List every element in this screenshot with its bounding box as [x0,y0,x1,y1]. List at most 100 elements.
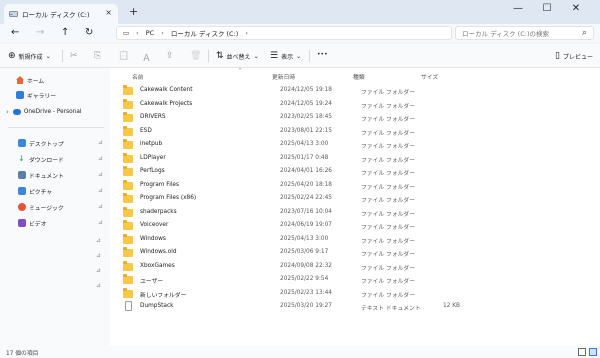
maximize-button[interactable]: ☐ [537,3,557,14]
sidebar-item-videos[interactable]: ビデオ ⊿ [0,217,110,229]
minimize-button[interactable]: — [508,3,528,14]
breadcrumb-local-disk[interactable]: ローカル ディスク (C:) [171,28,238,38]
breadcrumb-pc[interactable]: PC [146,29,154,37]
file-row[interactable]: Cakewalk Projects 2024/12/05 19:24 ファイル フォ… [118,98,588,111]
file-type: ファイル フォルダー [361,184,416,191]
file-list: 名前 ^ 更新日時 種類 サイズ Cakewalk Content 2024/12… [110,68,600,346]
pc-icon: ▭ [123,29,130,37]
file-date: 2025/02/22 9:54 [280,276,329,282]
preview-button[interactable]: ▯ プレビュー [555,51,593,61]
sidebar-item-music[interactable]: ミュージック ⊿ [0,201,110,213]
file-row[interactable]: Program Files (x86) 2025/02/24 22:45 ファイル … [118,192,588,205]
file-row[interactable]: 新しいフォルダー 2025/02/23 13:44 ファイル フォルダー [118,287,588,300]
chevron-right-icon[interactable]: › [6,108,9,116]
delete-icon: 🗑 [190,51,202,61]
sort-button[interactable]: ⇅ 並べ替え ⌄ [216,51,259,61]
sidebar-item-label: ホーム [27,78,45,85]
new-button[interactable]: ⊕ 新規作成 ⌄ [8,51,51,61]
folder-icon [123,112,133,122]
pin-icon: ⊿ [97,187,103,194]
new-tab-button[interactable]: + [129,5,138,18]
folder-icon [123,85,133,95]
up-button[interactable]: ↑ [61,27,69,38]
more-options-button[interactable]: ••• [317,51,328,58]
large-icons-view-icon[interactable] [589,348,597,356]
copy-button[interactable]: ⎘ [94,51,104,61]
sidebar-item-downloads[interactable]: ↓ ダウンロード ⊿ [0,153,110,165]
paste-button[interactable]: 📋 [118,51,132,61]
file-row[interactable]: shaderpacks 2023/07/16 10:04 ファイル フォルダー [118,206,588,219]
file-date: 2025/03/06 9:17 [280,249,329,255]
pin-icon: ⊿ [97,155,103,162]
column-header-date[interactable]: 更新日時 [272,72,295,81]
file-name: Cakewalk Projects [140,100,193,107]
breadcrumb-expand-icon[interactable]: › [245,29,248,37]
file-date: 2025/02/24 22:45 [280,195,332,201]
folder-icon [123,152,133,163]
sidebar-item-documents[interactable]: ドキュメント ⊿ [0,169,110,181]
details-view-icon[interactable] [578,348,586,356]
file-date: 2025/04/13 3:00 [280,141,329,147]
file-name: Cakewalk Content [140,87,193,93]
view-button[interactable]: ☰ 表示 ⌄ [270,51,301,61]
sort-icon: ⇅ [216,51,224,61]
file-date: 2024/06/19 19:07 [280,222,332,228]
file-row[interactable]: Cakewalk Content 2024/12/05 19:18 ファイル フォル… [118,84,588,97]
address-row: ← → ↑ ↻ ▭ › PC › ローカル ディスク (C:) › ローカル デ… [0,24,600,42]
refresh-button[interactable]: ↻ [85,27,93,38]
file-type: ファイル フォルダー [361,265,416,272]
sidebar-item-onedrive[interactable]: › OneDrive - Personal [0,106,110,118]
sidebar-item-gallery[interactable]: ギャラリー [0,89,110,101]
rename-button[interactable]: Ａ [142,51,154,64]
file-row[interactable]: Program Files 2025/04/20 18:18 ファイル フォルダー [118,179,588,192]
file-row[interactable]: LDPlayer 2025/01/17 0:48 ファイル フォルダー [118,152,588,165]
file-row[interactable]: DRIVERS 2023/02/25 18:45 ファイル フォルダー [118,111,588,124]
sidebar-item-label: ビデオ [29,221,47,228]
file-row[interactable]: XboxGames 2024/09/08 22:32 ファイル フォルダー [118,260,588,273]
column-header-name[interactable]: 名前 [132,72,144,81]
column-header-size[interactable]: サイズ [421,72,438,81]
sidebar-item-label: デスクトップ [29,141,64,148]
file-row[interactable]: ユーザー 2025/02/22 9:54 ファイル フォルダー [118,273,588,286]
sidebar-item-pictures[interactable]: ピクチャ ⊿ [0,185,110,197]
delete-button[interactable]: 🗑 [190,51,204,61]
sidebar-item-home[interactable]: ホーム [0,74,110,86]
command-bar: ⊕ 新規作成 ⌄ ✂ ⎘ 📋 Ａ ⇪ 🗑 ⇅ 並べ替え ⌄ ☰ 表示 ⌄ •••… [0,44,600,68]
file-row[interactable]: PerfLogs 2024/04/01 16:26 ファイル フォルダー [118,165,588,178]
file-name: Program Files (x86) [140,195,197,201]
forward-button[interactable]: → [36,27,44,38]
folder-icon [123,274,133,284]
close-window-button[interactable]: ✕ [566,3,586,14]
text-file-icon [125,301,132,311]
paste-icon: 📋 [118,51,130,61]
address-bar[interactable]: ▭ › PC › ローカル ディスク (C:) › [116,26,452,40]
column-header-type[interactable]: 種類 [353,72,365,81]
file-type: ファイル フォルダー [361,144,416,150]
file-row[interactable]: inetpub 2025/04/13 3:00 ファイル フォルダー [118,138,588,151]
file-name: inetpub [140,141,163,147]
pin-icon: ⊿ [96,237,102,244]
tab-close-icon[interactable]: × [105,8,112,17]
search-placeholder: ローカル ディスク (C:)の検索 [462,30,549,38]
file-row[interactable]: Windows 2025/04/13 3:00 ファイル フォルダー [118,233,588,246]
search-input[interactable]: ローカル ディスク (C:)の検索 ⌕ [455,26,594,40]
file-name: DumpStack [140,303,174,309]
cut-button[interactable]: ✂ [70,51,81,61]
file-row[interactable]: Windows.old 2025/03/06 9:17 ファイル フォルダー [118,246,588,259]
file-row[interactable]: Voiceover 2024/06/19 19:07 ファイル フォルダー [118,219,588,232]
drive-icon [9,11,18,17]
file-date: 2025/04/20 18:18 [280,181,332,188]
sidebar-divider [8,127,104,128]
file-date: 2025/04/13 3:00 [280,235,329,242]
folder-icon [123,179,133,190]
share-button[interactable]: ⇪ [166,51,177,61]
folder-icon [123,287,133,298]
file-row[interactable]: ESD 2023/08/01 22:15 ファイル フォルダー [118,125,588,138]
back-button[interactable]: ← [11,27,19,38]
file-type: ファイル フォルダー [361,211,416,218]
sidebar-item-desktop[interactable]: デスクトップ ⊿ [0,137,110,149]
download-icon: ↓ [18,154,25,163]
file-row[interactable]: DumpStack 2025/03/20 19:27 テキスト ドキュメント 12 K… [118,300,588,313]
file-type: ファイル フォルダー [361,225,416,231]
tab-local-disk[interactable]: ローカル ディスク (C:) × [4,4,118,24]
